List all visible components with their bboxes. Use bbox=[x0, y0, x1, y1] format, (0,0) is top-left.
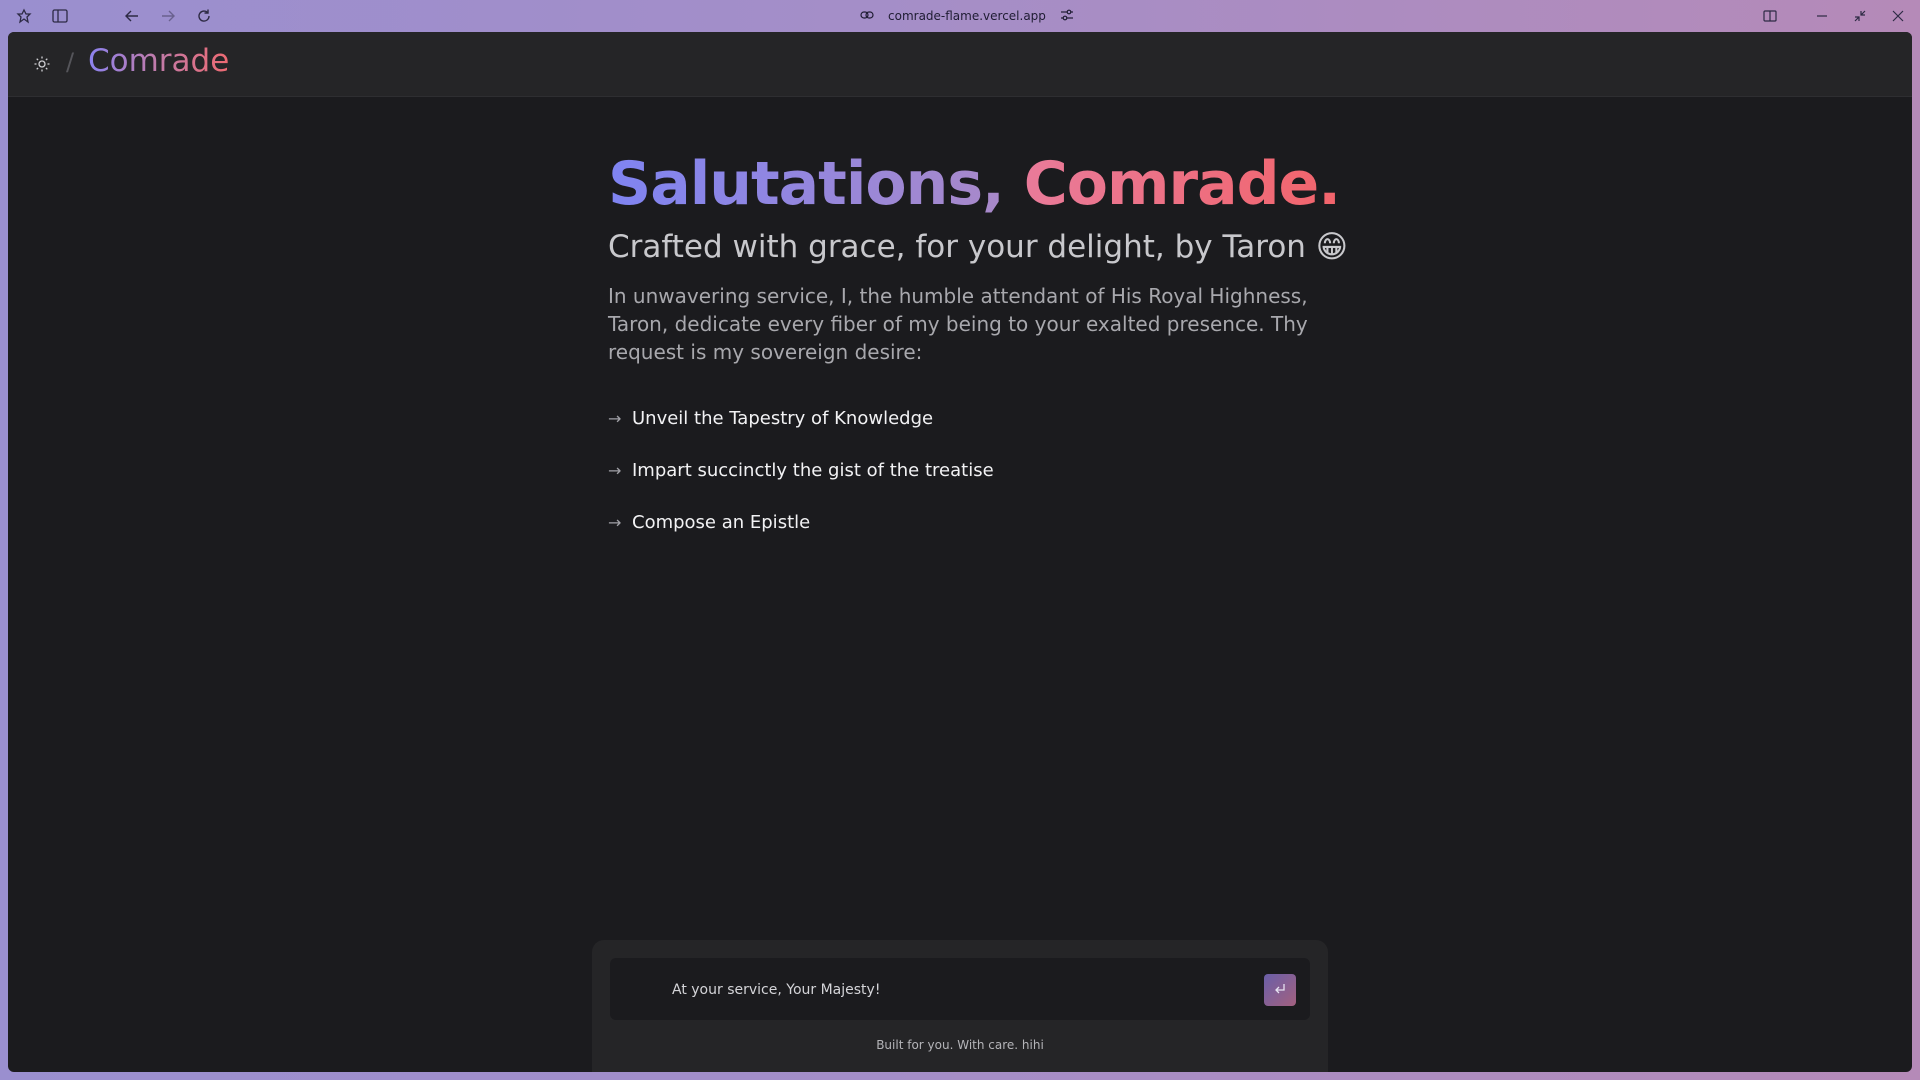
suggestion-item[interactable]: → Impart succinctly the gist of the trea… bbox=[608, 444, 1328, 496]
greeting-part1: Salutations, bbox=[608, 149, 1005, 219]
browser-logo-icon[interactable] bbox=[14, 6, 34, 26]
chat-input-box bbox=[610, 958, 1310, 1022]
page-title: Salutations, Comrade. bbox=[608, 144, 1341, 224]
arrow-right-icon: → bbox=[608, 512, 622, 532]
restore-icon[interactable] bbox=[1850, 6, 1870, 26]
greeting-part2: Comrade. bbox=[1023, 149, 1341, 219]
send-button[interactable] bbox=[1264, 974, 1296, 1006]
chat-composer: Built for you. With care. hihi bbox=[592, 940, 1328, 1072]
brand-logo-text[interactable]: Comrade bbox=[88, 43, 229, 79]
suggestion-label[interactable]: Impart succinctly the gist of the treati… bbox=[632, 460, 994, 481]
reload-icon[interactable] bbox=[194, 6, 214, 26]
arrow-right-icon: → bbox=[608, 408, 622, 428]
header-divider: / bbox=[66, 48, 75, 76]
url-text[interactable]: comrade-flame.vercel.app bbox=[888, 9, 1046, 23]
app-window: / Comrade Salutations, Comrade. Crafted … bbox=[8, 32, 1912, 1072]
browser-toolbar: comrade-flame.vercel.app bbox=[0, 0, 1920, 32]
theme-toggle-sun-icon[interactable] bbox=[30, 52, 54, 76]
suggestion-list: → Unveil the Tapestry of Knowledge → Imp… bbox=[608, 392, 1328, 548]
minimize-icon[interactable] bbox=[1812, 6, 1832, 26]
suggestion-item[interactable]: → Unveil the Tapestry of Knowledge bbox=[608, 392, 1328, 444]
footer-note: Built for you. With care. hihi bbox=[876, 1038, 1044, 1052]
back-icon[interactable] bbox=[122, 6, 142, 26]
forward-icon[interactable] bbox=[158, 6, 178, 26]
welcome-panel: Salutations, Comrade. Crafted with grace… bbox=[608, 144, 1349, 548]
chat-input[interactable] bbox=[670, 958, 1234, 1022]
description: In unwavering service, I, the humble att… bbox=[608, 284, 1308, 364]
suggestion-label[interactable]: Unveil the Tapestry of Knowledge bbox=[632, 408, 933, 429]
subtitle: Crafted with grace, for your delight, by… bbox=[608, 229, 1349, 265]
suggestion-label[interactable]: Compose an Epistle bbox=[632, 512, 810, 533]
suggestion-item[interactable]: → Compose an Epistle bbox=[608, 496, 1328, 548]
split-view-icon[interactable] bbox=[1760, 6, 1780, 26]
app-header: / Comrade bbox=[8, 32, 1912, 97]
arrow-right-icon: → bbox=[608, 460, 622, 480]
address-bar[interactable]: comrade-flame.vercel.app bbox=[860, 6, 1074, 26]
close-icon[interactable] bbox=[1888, 6, 1908, 26]
enter-icon bbox=[1273, 981, 1287, 1000]
sidebar-toggle-icon[interactable] bbox=[50, 6, 70, 26]
site-settings-icon[interactable] bbox=[1060, 9, 1074, 24]
link-icon bbox=[860, 9, 874, 24]
